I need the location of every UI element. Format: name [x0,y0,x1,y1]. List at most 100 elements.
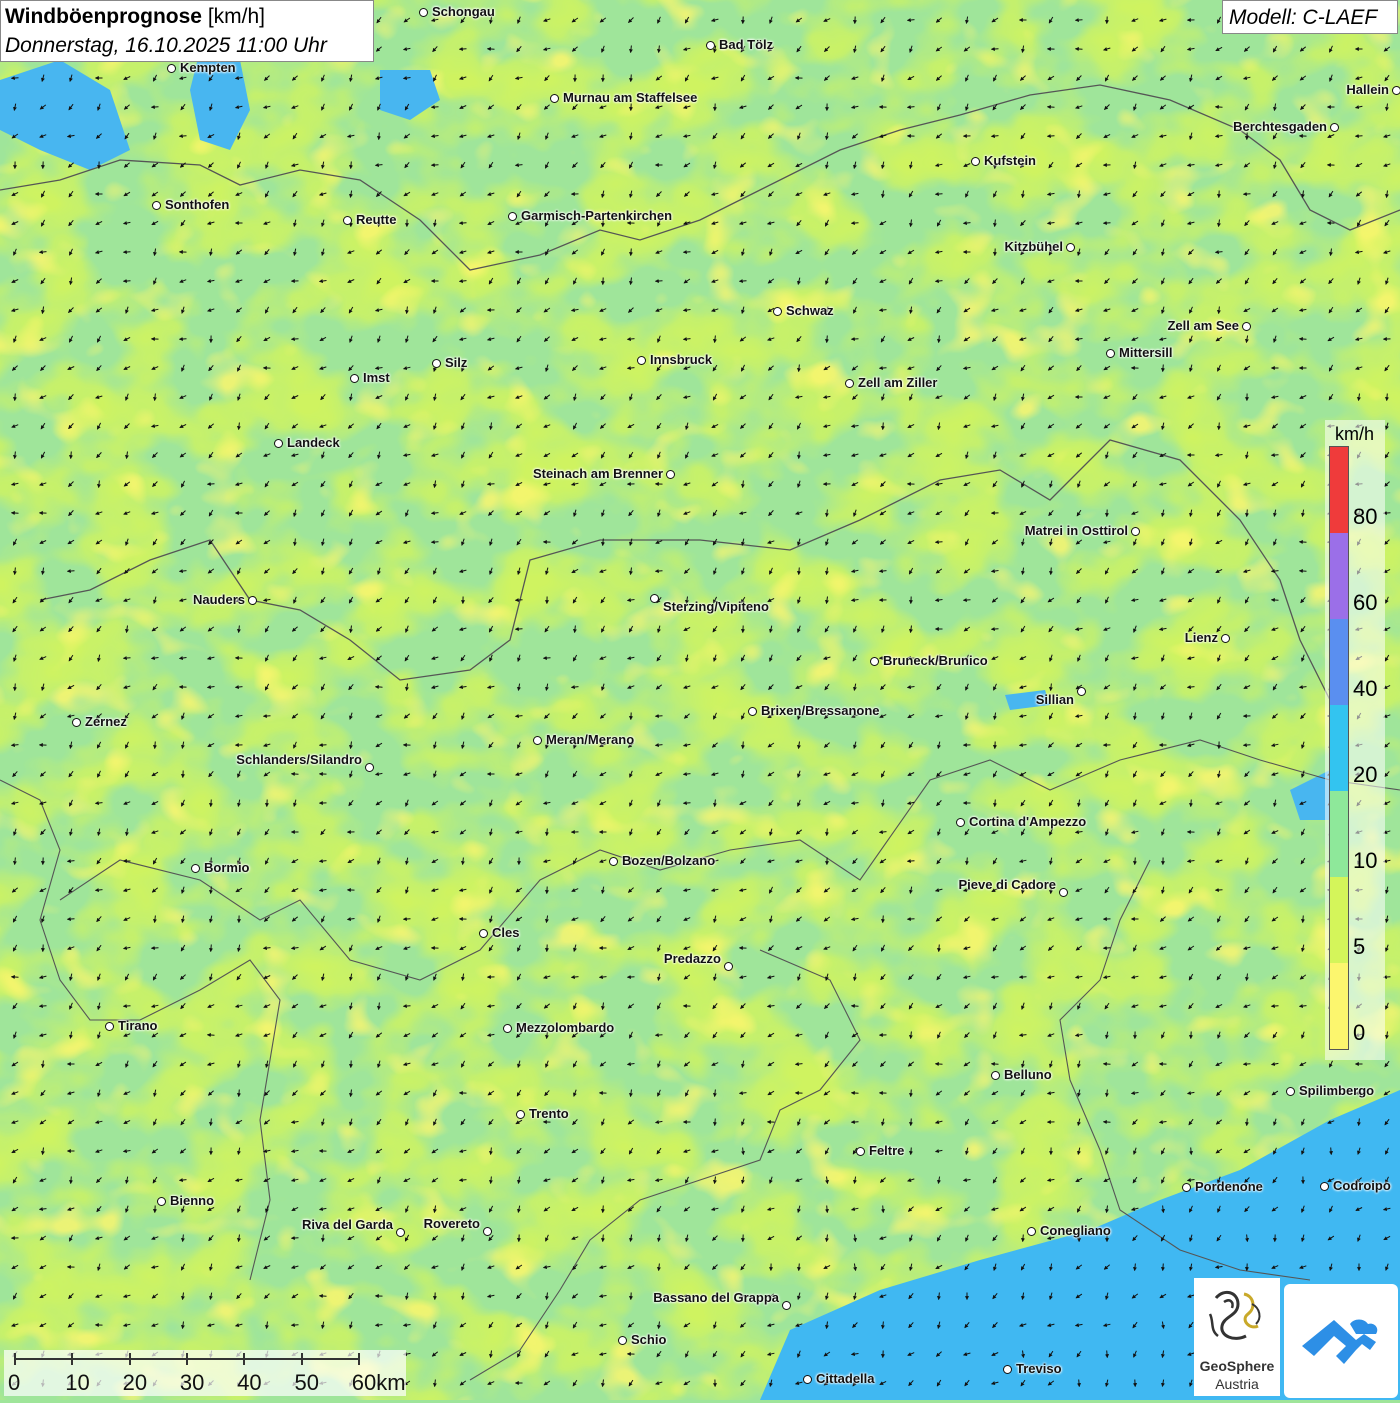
city-label[interactable]: Bassano del Grappa [653,1290,779,1305]
city-label[interactable]: Mezzolombardo [516,1020,614,1035]
city-marker[interactable] [1182,1183,1191,1192]
city-marker[interactable] [533,736,542,745]
city-label[interactable]: Berchtesgaden [1233,119,1327,134]
city-marker[interactable] [516,1110,525,1119]
city-marker[interactable] [856,1147,865,1156]
city-marker[interactable] [1320,1182,1329,1191]
city-label[interactable]: Kitzbühel [1005,239,1064,254]
city-marker[interactable] [1059,888,1068,897]
city-label[interactable]: Lienz [1185,630,1218,645]
city-marker[interactable] [1106,349,1115,358]
city-label[interactable]: Bruneck/Brunico [883,653,988,668]
city-label[interactable]: Sterzing/Vipiteno [663,599,769,614]
city-marker[interactable] [1221,634,1230,643]
city-label[interactable]: Trento [529,1106,569,1121]
city-label[interactable]: Murnau am Staffelsee [563,90,697,105]
city-marker[interactable] [1392,86,1400,95]
city-label[interactable]: Zernez [85,714,127,729]
city-marker[interactable] [350,374,359,383]
city-marker[interactable] [991,1071,1000,1080]
city-label[interactable]: Cortina d'Ampezzo [969,814,1086,829]
city-label[interactable]: Tirano [118,1018,158,1033]
city-marker[interactable] [637,356,646,365]
city-marker[interactable] [72,718,81,727]
city-marker[interactable] [650,594,659,603]
city-label[interactable]: Pieve di Cadore [958,877,1056,892]
city-marker[interactable] [870,657,879,666]
city-marker[interactable] [419,8,428,17]
city-label[interactable]: Mittersill [1119,345,1172,360]
city-label[interactable]: Predazzo [664,951,721,966]
city-marker[interactable] [1066,243,1075,252]
city-marker[interactable] [724,962,733,971]
city-marker[interactable] [1077,687,1086,696]
city-marker[interactable] [248,596,257,605]
geosphere-logo[interactable]: GeoSphere Austria [1194,1278,1280,1396]
city-marker[interactable] [396,1228,405,1237]
city-label[interactable]: Hallein [1346,82,1389,97]
city-label[interactable]: Bienno [170,1193,214,1208]
city-marker[interactable] [550,94,559,103]
city-label[interactable]: Bad Tölz [719,37,773,52]
city-marker[interactable] [274,439,283,448]
city-marker[interactable] [365,763,374,772]
city-label[interactable]: Zell am Ziller [858,375,937,390]
city-marker[interactable] [503,1024,512,1033]
city-marker[interactable] [748,707,757,716]
city-label[interactable]: Feltre [869,1143,904,1158]
city-marker[interactable] [479,929,488,938]
city-label[interactable]: Rovereto [424,1216,480,1231]
city-label[interactable]: Matrei in Osttirol [1025,523,1128,538]
city-marker[interactable] [956,818,965,827]
city-label[interactable]: Conegliano [1040,1223,1111,1238]
city-label[interactable]: Codroipo [1333,1178,1391,1193]
city-label[interactable]: Cles [492,925,519,940]
city-label[interactable]: Innsbruck [650,352,712,367]
app-logo[interactable] [1284,1284,1398,1398]
city-marker[interactable] [782,1301,791,1310]
city-label[interactable]: Imst [363,370,390,385]
city-label[interactable]: Schlanders/Silandro [236,752,362,767]
city-marker[interactable] [1003,1365,1012,1374]
city-label[interactable]: Riva del Garda [302,1217,393,1232]
city-label[interactable]: Sillian [1036,692,1074,707]
city-label[interactable]: Silz [445,355,467,370]
city-marker[interactable] [157,1197,166,1206]
city-label[interactable]: Reutte [356,212,396,227]
city-marker[interactable] [1131,527,1140,536]
city-marker[interactable] [609,857,618,866]
city-label[interactable]: Sonthofen [165,197,229,212]
city-label[interactable]: Garmisch-Partenkirchen [521,208,672,223]
city-label[interactable]: Schwaz [786,303,834,318]
city-label[interactable]: Bozen/Bolzano [622,853,715,868]
city-label[interactable]: Schongau [432,4,495,19]
city-label[interactable]: Belluno [1004,1067,1052,1082]
city-marker[interactable] [152,201,161,210]
city-label[interactable]: Zell am See [1167,318,1239,333]
city-marker[interactable] [191,864,200,873]
city-label[interactable]: Cittadella [816,1371,875,1386]
city-label[interactable]: Pordenone [1195,1179,1263,1194]
city-marker[interactable] [618,1336,627,1345]
city-marker[interactable] [706,41,715,50]
city-marker[interactable] [167,64,176,73]
city-label[interactable]: Treviso [1016,1361,1062,1376]
city-marker[interactable] [1242,322,1251,331]
city-label[interactable]: Landeck [287,435,340,450]
city-marker[interactable] [971,157,980,166]
city-label[interactable]: Meran/Merano [546,732,634,747]
city-marker[interactable] [432,359,441,368]
city-label[interactable]: Schio [631,1332,666,1347]
city-marker[interactable] [803,1375,812,1384]
city-marker[interactable] [666,470,675,479]
city-marker[interactable] [343,216,352,225]
city-marker[interactable] [773,307,782,316]
city-label[interactable]: Brixen/Bressanone [761,703,880,718]
city-marker[interactable] [105,1022,114,1031]
city-label[interactable]: Kufstein [984,153,1036,168]
city-marker[interactable] [1286,1087,1295,1096]
city-label[interactable]: Spilimbergo [1299,1083,1374,1098]
city-marker[interactable] [483,1227,492,1236]
city-label[interactable]: Nauders [193,592,245,607]
city-label[interactable]: Bormio [204,860,250,875]
